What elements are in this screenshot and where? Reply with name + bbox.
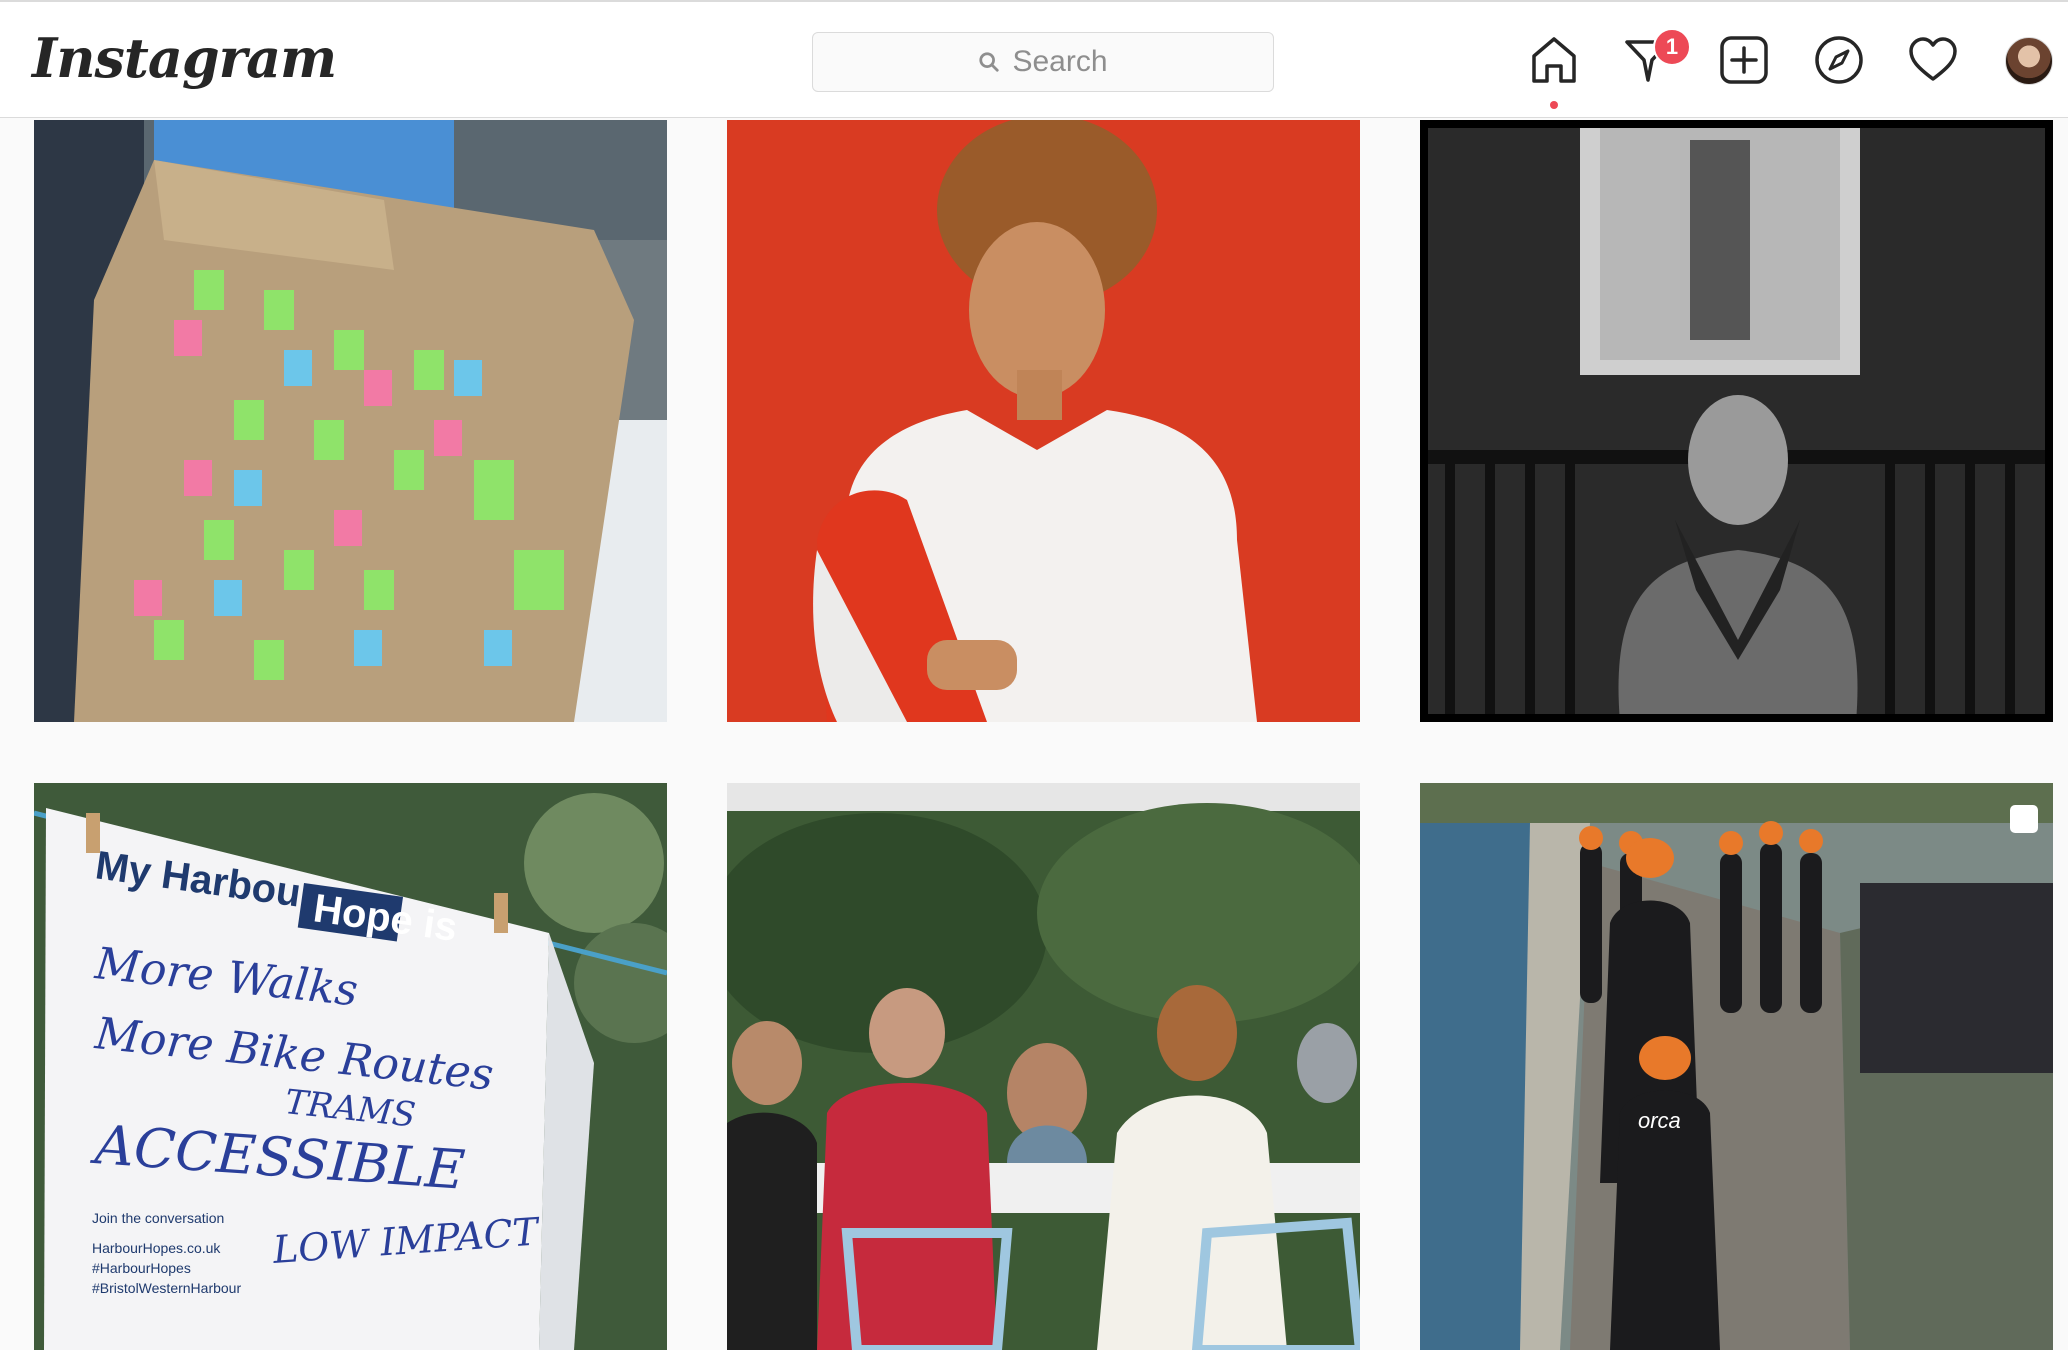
post-image (727, 783, 1360, 1350)
new-post-icon[interactable] (1718, 34, 1770, 86)
instagram-logo[interactable]: Instagram (32, 26, 337, 90)
post-thumbnail-bw-portrait[interactable] (1420, 120, 2053, 722)
home-icon[interactable] (1528, 34, 1580, 86)
messages-badge: 1 (1653, 28, 1691, 66)
post-image (1420, 120, 2053, 722)
carousel-indicator-icon (2010, 805, 2038, 833)
wetsuit-brand: orca (1638, 1108, 1681, 1133)
post-thumbnail-portrait-red[interactable] (727, 120, 1360, 722)
search-input[interactable]: Search (812, 32, 1274, 92)
sign-caption: #BristolWesternHarbour (92, 1280, 241, 1296)
sign-caption: #HarbourHopes (92, 1260, 191, 1276)
sign-caption: HarbourHopes.co.uk (92, 1240, 221, 1256)
post-thumbnail-community-table[interactable] (727, 783, 1360, 1350)
post-thumbnail-harbour-sign[interactable]: My Harbour Hope is More Walks More Bike … (34, 783, 667, 1350)
top-navigation-bar: Instagram Search 1 (0, 0, 2068, 118)
sign-caption: Join the conversation (92, 1210, 224, 1226)
profile-avatar[interactable] (2005, 37, 2053, 85)
post-thumbnail-swimmers[interactable]: orca (1420, 783, 2053, 1350)
activity-heart-icon[interactable] (1907, 34, 1959, 86)
post-image: orca (1420, 783, 2053, 1350)
search-icon (979, 52, 1000, 72)
post-thumbnail-sticky-notes[interactable] (34, 120, 667, 722)
post-image (727, 120, 1360, 722)
post-image: My Harbour Hope is More Walks More Bike … (34, 783, 667, 1350)
search-placeholder: Search (1012, 45, 1108, 78)
explore-icon[interactable] (1813, 34, 1865, 86)
active-indicator-dot (1550, 101, 1558, 109)
post-image (34, 120, 667, 722)
